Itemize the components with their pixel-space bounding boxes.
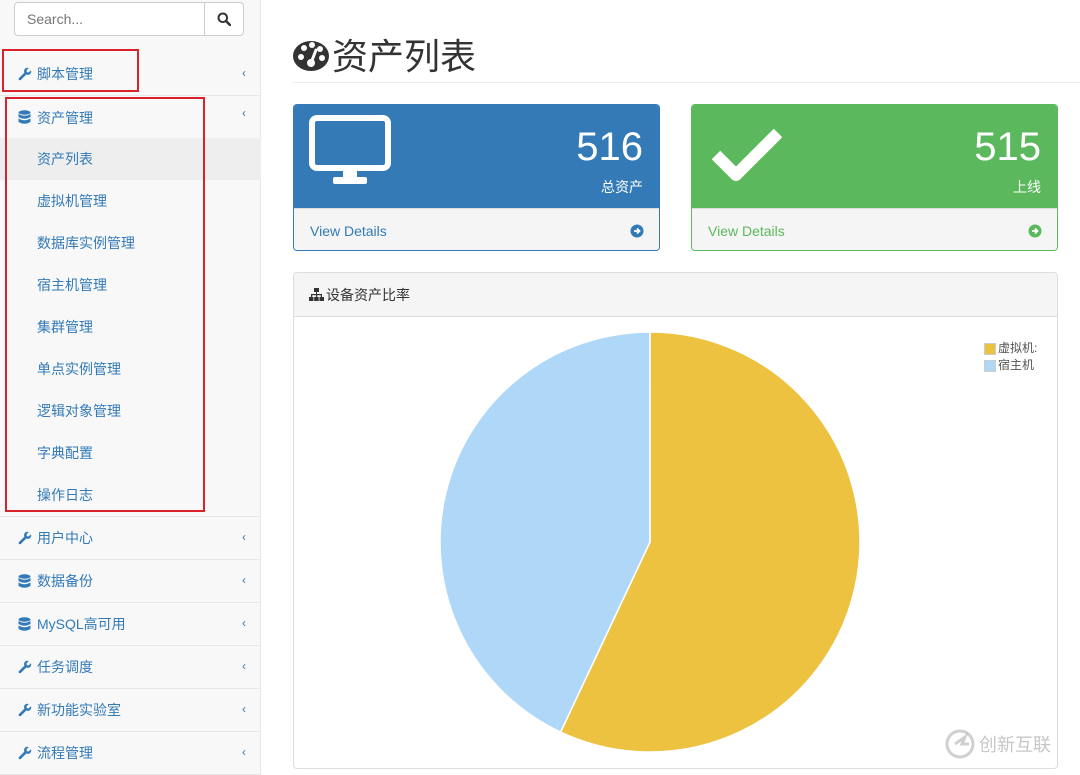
watermark-text: 创新互联 (979, 735, 1051, 755)
submenu-label: 操作日志 (37, 487, 93, 503)
wrench-icon (17, 703, 32, 718)
watermark: 创新互联 (945, 729, 1051, 759)
submenu-label: 数据库实例管理 (37, 235, 135, 251)
submenu-label: 虚拟机管理 (37, 193, 107, 209)
chart-title: 设备资产比率 (326, 286, 410, 303)
submenu-dictionary[interactable]: 字典配置 (0, 432, 261, 474)
submenu-label: 集群管理 (37, 319, 93, 335)
chevron-left-icon: ‹ (242, 745, 246, 759)
submenu-label: 字典配置 (37, 445, 93, 461)
stat-panel-online: 515 上线 View Details (691, 104, 1058, 251)
submenu-cluster[interactable]: 集群管理 (0, 306, 261, 348)
wrench-icon (17, 531, 32, 546)
pie-chart (439, 331, 861, 753)
chevron-left-icon: ‹ (242, 702, 246, 716)
sidebar-item-label: MySQL高可用 (37, 616, 126, 632)
sidebar-item-mysql-ha[interactable]: MySQL高可用 ‹ (0, 603, 261, 646)
legend-swatch (984, 342, 996, 355)
database-icon (17, 110, 32, 125)
stat-value: 515 (974, 125, 1041, 169)
sidebar-item-label: 新功能实验室 (37, 702, 121, 718)
chart-legend: 虚拟机: 宿主机 (984, 340, 1037, 374)
submenu-vm[interactable]: 虚拟机管理 (0, 180, 261, 222)
chevron-left-icon: ‹ (242, 66, 246, 80)
check-icon (712, 128, 782, 181)
arrow-circle-right-icon (1028, 224, 1042, 237)
sidebar-item-label: 任务调度 (37, 659, 93, 675)
chevron-left-icon: ‹ (242, 573, 246, 587)
divider (292, 82, 1080, 83)
logo-icon (945, 729, 975, 759)
submenu-host[interactable]: 宿主机管理 (0, 264, 261, 306)
stat-label: 上线 (1013, 179, 1041, 195)
wrench-icon (17, 746, 32, 761)
dashboard-icon (293, 41, 329, 71)
submenu-label: 逻辑对象管理 (37, 403, 121, 419)
submenu-operation-log[interactable]: 操作日志 (0, 474, 261, 516)
legend-swatch (984, 359, 996, 372)
stat-panel-total: 516 总资产 View Details (293, 104, 660, 251)
legend-label: 宿主机 (998, 358, 1035, 372)
stat-value: 516 (576, 125, 643, 169)
chart-panel-header: 设备资产比率 (294, 273, 1057, 317)
search-input[interactable] (14, 2, 205, 36)
submenu-asset-list[interactable]: 资产列表 (0, 138, 261, 180)
search-icon (217, 12, 231, 26)
wrench-icon (17, 660, 32, 675)
chevron-left-icon: ‹ (242, 659, 246, 673)
legend-item: 宿主机 (984, 357, 1037, 374)
sidebar-item-backup[interactable]: 数据备份 ‹ (0, 560, 261, 603)
page-title: 资产列表 (292, 28, 476, 80)
view-details-label: View Details (708, 222, 785, 239)
sidebar-item-label: 用户中心 (37, 530, 93, 546)
sidebar-item-label: 流程管理 (37, 745, 93, 761)
sidebar-item-user-center[interactable]: 用户中心 ‹ (0, 517, 261, 560)
sidebar-item-label: 脚本管理 (37, 66, 93, 82)
sidebar-item-scheduler[interactable]: 任务调度 ‹ (0, 646, 261, 689)
search-group (14, 2, 244, 36)
wrench-icon (17, 67, 32, 82)
database-icon (17, 616, 32, 632)
database-icon (17, 573, 32, 589)
submenu-label: 资产列表 (37, 151, 93, 167)
chevron-left-icon: ‹ (242, 616, 246, 630)
sidebar-item-label: 数据备份 (37, 573, 93, 589)
chevron-left-icon: ‹ (242, 530, 246, 544)
submenu-single-instance[interactable]: 单点实例管理 (0, 348, 261, 390)
arrow-circle-right-icon (630, 224, 644, 237)
view-details-link[interactable]: View Details (294, 208, 659, 250)
sidebar: 脚本管理 ‹ 资产管理 ‹ 资产列表 虚拟机管理 数据库实例管理 宿主机管理 集… (0, 0, 261, 775)
submenu-db-instance[interactable]: 数据库实例管理 (0, 222, 261, 264)
submenu-label: 单点实例管理 (37, 361, 121, 377)
sidebar-item-label: 资产管理 (37, 109, 93, 126)
stat-label: 总资产 (601, 179, 643, 195)
sidebar-item-assets[interactable]: 资产管理 ‹ (0, 96, 261, 139)
search-button[interactable] (204, 2, 244, 36)
desktop-icon (309, 115, 391, 184)
legend-label: 虚拟机: (998, 341, 1038, 355)
sidebar-item-script[interactable]: 脚本管理 ‹ (0, 53, 261, 96)
chart-panel: 设备资产比率 虚拟机: 宿主机 (293, 272, 1058, 769)
sitemap-icon (309, 287, 324, 301)
page-title-text: 资产列表 (332, 36, 477, 77)
submenu-label: 宿主机管理 (37, 277, 107, 293)
sidebar-item-lab[interactable]: 新功能实验室 ‹ (0, 689, 261, 732)
submenu-logic-object[interactable]: 逻辑对象管理 (0, 390, 261, 432)
sidebar-item-workflow[interactable]: 流程管理 ‹ (0, 732, 261, 775)
legend-item: 虚拟机: (984, 340, 1037, 357)
chevron-down-icon: ‹ (242, 105, 246, 120)
view-details-label: View Details (310, 222, 387, 239)
view-details-link[interactable]: View Details (692, 208, 1057, 250)
